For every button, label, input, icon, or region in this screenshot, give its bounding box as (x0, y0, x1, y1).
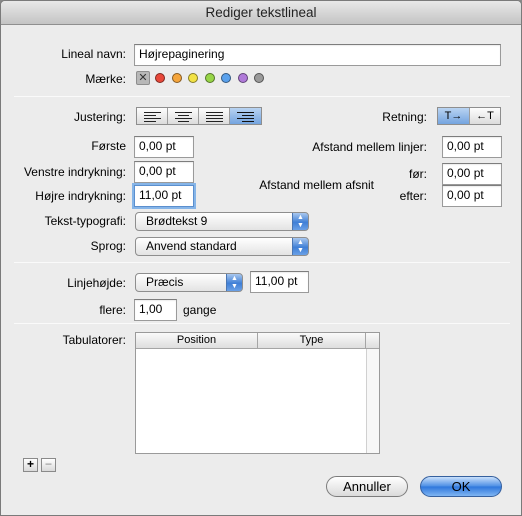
first-indent-field[interactable]: 0,00 pt (134, 136, 194, 158)
align-center-button[interactable] (168, 108, 199, 124)
text-style-value: Brødtekst 9 (146, 214, 208, 228)
ruler-name-field[interactable]: Højrepaginering (134, 44, 501, 66)
ok-button[interactable]: OK (420, 476, 502, 497)
multiple-suffix: gange (183, 303, 217, 317)
language-value: Anvend standard (146, 239, 237, 253)
paragraph-spacing-label: Afstand mellem afsnit (259, 178, 374, 192)
multiple-field[interactable]: 1,00 (134, 299, 177, 321)
align-right-icon (237, 112, 254, 122)
line-spacing-label: Afstand mellem linjer: (312, 140, 427, 154)
add-tab-button[interactable]: + (23, 458, 38, 472)
separator (14, 262, 510, 263)
direction-rtl-button[interactable]: ←T (470, 108, 500, 124)
line-spacing-field[interactable]: 0,00 pt (442, 136, 502, 158)
popup-arrows-icon: ▲ ▼ (292, 213, 308, 230)
column-header-position[interactable]: Position (136, 333, 258, 348)
clear-mark-icon[interactable]: ✕ (136, 71, 150, 85)
direction-label: Retning: (382, 110, 427, 124)
direction-ltr-button[interactable]: T→ (438, 108, 470, 124)
popup-arrows-icon: ▲ ▼ (226, 274, 242, 291)
align-center-icon (175, 112, 192, 122)
text-style-popup[interactable]: Brødtekst 9 ▲ ▼ (135, 212, 309, 231)
remove-tab-button[interactable]: − (41, 458, 56, 472)
text-style-label: Tekst-typografi: (44, 214, 126, 228)
popup-arrows-icon: ▲ ▼ (292, 238, 308, 255)
mark-color-dot[interactable] (254, 73, 264, 83)
mark-color-dot[interactable] (171, 73, 182, 83)
space-after-label: efter: (399, 189, 427, 203)
line-height-mode-value: Præcis (146, 275, 184, 289)
multiple-label: flere: (99, 303, 126, 317)
space-after-field[interactable]: 0,00 pt (442, 185, 502, 207)
scrollbar[interactable] (366, 349, 379, 453)
cancel-button[interactable]: Annuller (326, 476, 408, 497)
align-left-icon (144, 112, 161, 122)
ruler-name-label: Lineal navn: (61, 47, 126, 61)
line-height-field[interactable]: 11,00 pt (250, 271, 309, 293)
mark-label: Mærke: (85, 72, 126, 86)
direction-segmented-control[interactable]: T→ ←T (437, 107, 501, 125)
first-indent-label: Første (91, 139, 126, 153)
alignment-segmented-control[interactable] (136, 107, 262, 125)
left-indent-label: Venstre indrykning: (23, 165, 126, 179)
align-justify-icon (206, 112, 223, 122)
align-right-button[interactable] (230, 108, 261, 124)
column-header-type[interactable]: Type (258, 333, 366, 348)
left-indent-field[interactable]: 0,00 pt (134, 161, 194, 183)
right-indent-label: Højre indrykning: (35, 189, 126, 203)
dialog-window: Rediger tekstlineal Lineal navn: Højrepa… (0, 0, 522, 516)
window-title: Rediger tekstlineal (1, 1, 521, 25)
tabs-table-header: Position Type (136, 333, 379, 349)
space-before-field[interactable]: 0,00 pt (442, 163, 502, 185)
mark-color-dot[interactable] (221, 73, 231, 83)
mark-color-dot[interactable] (188, 73, 198, 83)
line-height-mode-popup[interactable]: Præcis ▲ ▼ (135, 273, 243, 292)
right-indent-field[interactable]: 11,00 pt (134, 185, 194, 207)
mark-color-dot[interactable] (237, 73, 248, 83)
alignment-label: Justering: (73, 110, 126, 124)
align-left-button[interactable] (137, 108, 168, 124)
tabs-table[interactable]: Position Type (135, 332, 380, 454)
align-justify-button[interactable] (199, 108, 230, 124)
line-height-label: Linjehøjde: (67, 276, 126, 290)
mark-color-dot[interactable] (155, 73, 165, 83)
separator (14, 96, 510, 97)
language-popup[interactable]: Anvend standard ▲ ▼ (135, 237, 309, 256)
space-before-label: før: (409, 167, 427, 181)
mark-color-dot[interactable] (204, 73, 215, 83)
tabs-label: Tabulatorer: (62, 333, 126, 347)
language-label: Sprog: (90, 239, 126, 253)
separator (14, 323, 510, 324)
